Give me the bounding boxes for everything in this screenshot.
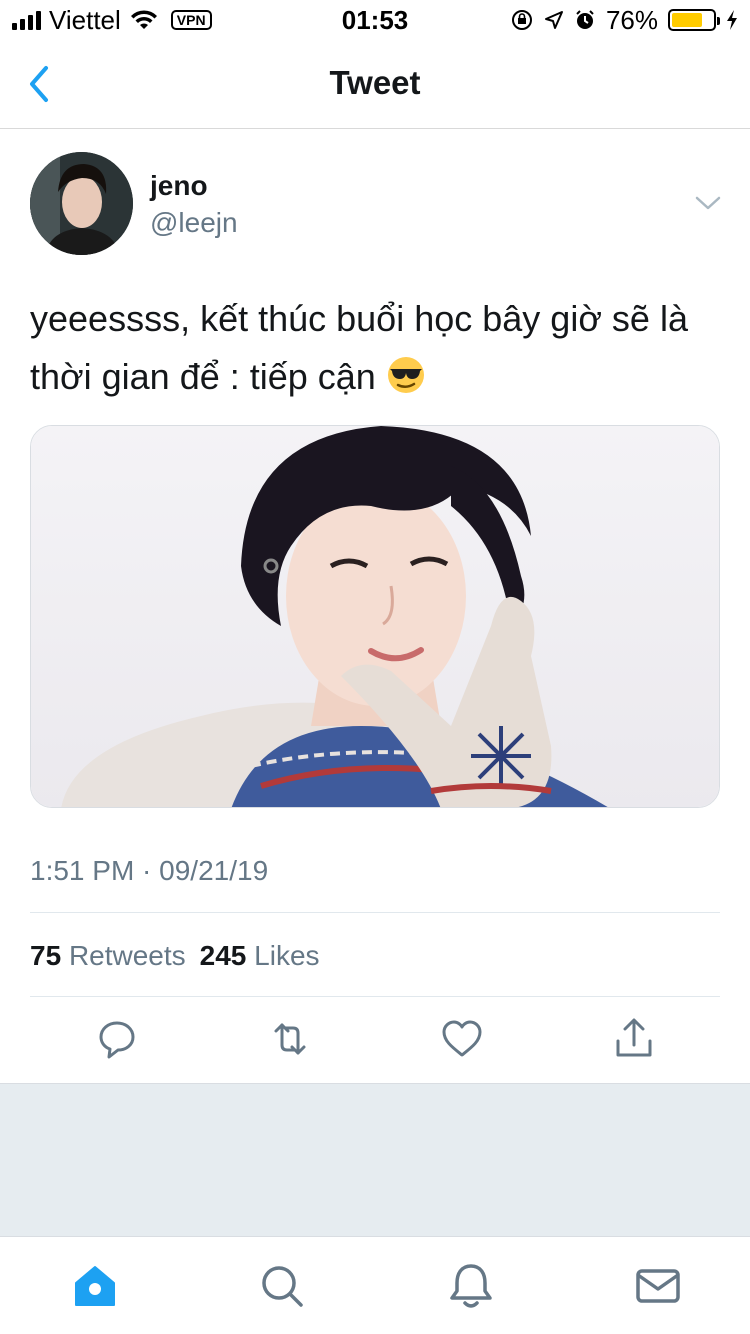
home-icon — [75, 1266, 115, 1306]
likes-stat[interactable]: 245 Likes — [200, 940, 320, 972]
retweet-button[interactable] — [268, 1015, 312, 1063]
search-icon — [262, 1266, 303, 1307]
nav-bar: Tweet — [0, 40, 750, 129]
messages-icon — [636, 1269, 680, 1303]
notifications-icon — [450, 1264, 492, 1308]
retweets-stat[interactable]: 75 Retweets — [30, 940, 186, 972]
divider — [30, 996, 720, 997]
tweet-timestamp: 1:51 PM · 09/21/19 — [30, 855, 269, 886]
retweet-icon — [274, 1023, 306, 1055]
like-icon — [442, 1020, 482, 1057]
battery-percent: 76% — [605, 4, 658, 35]
location-icon — [544, 11, 563, 29]
tweet-image[interactable] — [30, 425, 720, 808]
like-button[interactable] — [440, 1015, 484, 1063]
likes-label: Likes — [254, 940, 320, 971]
alarm-icon — [576, 10, 594, 29]
user-name[interactable]: jeno — [150, 170, 208, 202]
reply-icon — [99, 1021, 135, 1059]
status-bar: Viettel VPN 01:53 76% — [0, 0, 750, 40]
page-title: Tweet — [329, 64, 421, 101]
status-right: 76% — [510, 4, 738, 35]
avatar[interactable] — [30, 152, 133, 255]
orientation-lock-icon — [511, 10, 532, 30]
user-handle[interactable]: @leejn — [150, 207, 238, 239]
tab-search[interactable] — [257, 1261, 307, 1311]
sunglasses-emoji-icon — [387, 357, 424, 393]
tweet-stats: 75 Retweets 245 Likes — [30, 940, 320, 972]
likes-count: 245 — [199, 940, 247, 971]
empty-replies-area — [0, 1083, 750, 1236]
share-button[interactable] — [612, 1015, 656, 1063]
tab-messages[interactable] — [633, 1261, 683, 1311]
reply-button[interactable] — [95, 1015, 139, 1063]
battery-icon — [668, 9, 720, 31]
charging-icon — [727, 10, 737, 30]
tab-home[interactable] — [70, 1261, 120, 1311]
tweet-body: yeeessss, kết thúc buổi học bây giờ sẽ l… — [30, 298, 688, 397]
tweet-options-button[interactable] — [692, 190, 724, 216]
divider — [30, 912, 720, 913]
tweet-text: yeeessss, kết thúc buổi học bây giờ sẽ l… — [30, 290, 720, 406]
retweets-label: Retweets — [68, 940, 186, 971]
tab-bar — [0, 1236, 750, 1334]
chevron-down-icon — [695, 196, 721, 210]
share-icon — [616, 1018, 652, 1057]
retweets-count: 75 — [30, 940, 62, 971]
tweet-actions — [0, 1015, 750, 1065]
tab-notifications[interactable] — [446, 1261, 496, 1311]
